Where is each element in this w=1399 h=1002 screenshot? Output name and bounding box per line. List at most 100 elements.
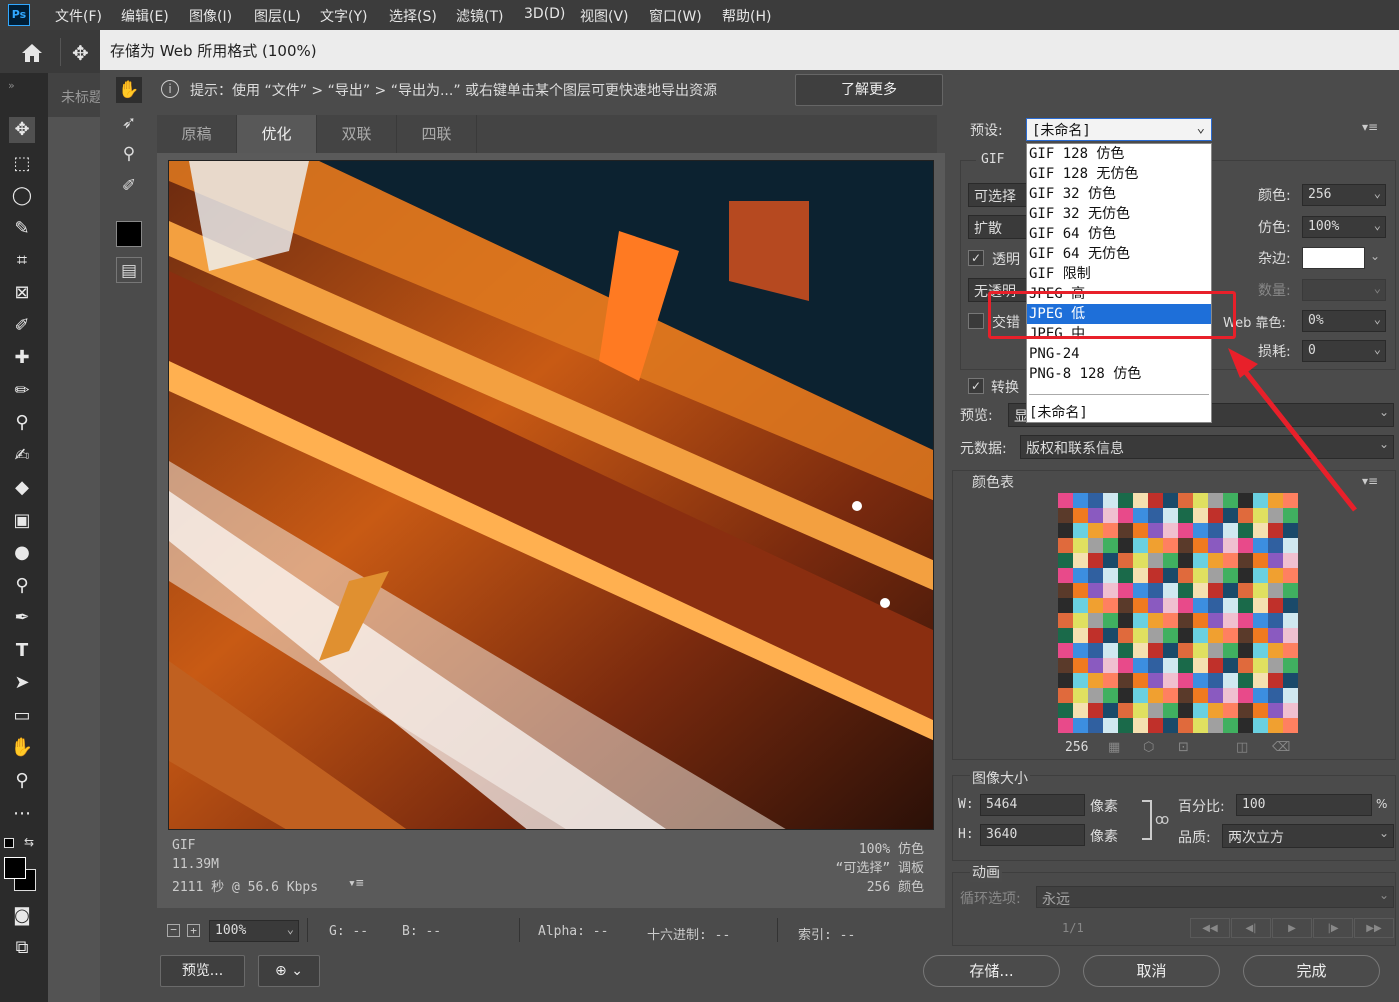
color-swatch[interactable] <box>1193 508 1208 523</box>
interlaced-checkbox[interactable] <box>968 313 984 329</box>
color-swatch[interactable] <box>1163 658 1178 673</box>
color-swatch[interactable] <box>1253 718 1268 733</box>
color-swatch[interactable] <box>1283 598 1298 613</box>
color-swatch[interactable] <box>1283 613 1298 628</box>
color-swatch[interactable] <box>1178 718 1193 733</box>
screen-mode-icon[interactable]: ⧉ <box>9 935 35 961</box>
color-swatch[interactable] <box>1118 718 1133 733</box>
browser-preview-button[interactable]: ⊕ ⌄ <box>258 955 320 987</box>
color-swatch[interactable] <box>1118 523 1133 538</box>
stamp-tool-icon[interactable]: ⚲ <box>9 410 35 436</box>
color-swatch[interactable] <box>1103 718 1118 733</box>
color-swatch[interactable] <box>1268 568 1283 583</box>
healing-brush-icon[interactable]: ✚ <box>9 345 35 371</box>
move-tool-icon[interactable]: ✥ <box>72 42 96 64</box>
color-swatch[interactable] <box>1073 583 1088 598</box>
color-swatch[interactable] <box>1058 718 1073 733</box>
color-swatch[interactable] <box>1073 673 1088 688</box>
color-swatch[interactable] <box>1163 718 1178 733</box>
color-swatch[interactable] <box>1103 508 1118 523</box>
color-swatch[interactable] <box>1223 628 1238 643</box>
color-swatch[interactable] <box>1148 553 1163 568</box>
color-swatch[interactable] <box>1058 628 1073 643</box>
color-swatch[interactable] <box>1193 583 1208 598</box>
color-swatch[interactable] <box>1073 508 1088 523</box>
tab-optimized[interactable]: 优化 <box>237 115 317 153</box>
color-swatch[interactable] <box>1223 703 1238 718</box>
color-swatch[interactable] <box>1238 628 1253 643</box>
color-swatch[interactable] <box>1073 523 1088 538</box>
color-swatch[interactable] <box>1148 508 1163 523</box>
tab-original[interactable]: 原稿 <box>157 115 237 153</box>
lasso-tool-icon[interactable]: ◯ <box>9 183 35 209</box>
color-swatch[interactable] <box>1178 553 1193 568</box>
color-swatch[interactable] <box>1193 553 1208 568</box>
color-swatch[interactable] <box>1118 613 1133 628</box>
color-swatch[interactable] <box>1238 658 1253 673</box>
color-swatch[interactable] <box>1163 583 1178 598</box>
color-swatch[interactable] <box>1223 643 1238 658</box>
color-swatch[interactable] <box>1253 568 1268 583</box>
collapse-icon[interactable]: » <box>8 79 15 92</box>
color-swatch[interactable] <box>1193 598 1208 613</box>
width-field[interactable]: 5464 <box>980 794 1085 816</box>
color-swatch[interactable] <box>1088 643 1103 658</box>
colors-select[interactable]: 256 ⌄ <box>1302 184 1386 206</box>
color-swatch[interactable] <box>1208 718 1223 733</box>
menu-help[interactable]: 帮助(H) <box>722 6 771 26</box>
color-swatch[interactable] <box>1208 568 1223 583</box>
color-swatch[interactable] <box>1178 583 1193 598</box>
transparency-checkbox[interactable]: ✓ <box>968 250 984 266</box>
color-swatch[interactable] <box>1073 568 1088 583</box>
color-swatch[interactable] <box>1088 598 1103 613</box>
color-swatch[interactable] <box>1253 688 1268 703</box>
color-swatch[interactable] <box>1163 703 1178 718</box>
panel-menu-icon[interactable]: ▾≡ <box>1362 120 1378 134</box>
color-swatch[interactable] <box>1208 523 1223 538</box>
color-swatch[interactable] <box>1118 553 1133 568</box>
color-swatch[interactable] <box>1133 538 1148 553</box>
color-swatch[interactable] <box>1268 658 1283 673</box>
color-swatch[interactable] <box>1118 673 1133 688</box>
color-swatch[interactable] <box>1178 673 1193 688</box>
lock-icon[interactable]: ⊡ <box>1178 740 1189 755</box>
color-swatch[interactable] <box>1118 598 1133 613</box>
color-swatch[interactable] <box>1208 538 1223 553</box>
color-swatch[interactable] <box>1088 658 1103 673</box>
color-swatch[interactable] <box>1073 493 1088 508</box>
color-swatch[interactable] <box>1283 568 1298 583</box>
color-swatch[interactable] <box>1253 583 1268 598</box>
slice-select-icon[interactable]: ➶ <box>116 110 142 136</box>
color-swatch[interactable] <box>1148 493 1163 508</box>
color-swatch[interactable] <box>1178 598 1193 613</box>
color-swatch[interactable] <box>1193 613 1208 628</box>
color-swatch[interactable] <box>1163 538 1178 553</box>
last-frame-icon[interactable]: ▶▶ <box>1354 918 1394 938</box>
color-swatch[interactable] <box>1253 523 1268 538</box>
color-swatch[interactable] <box>1133 643 1148 658</box>
color-swatch[interactable] <box>1283 673 1298 688</box>
color-swatch[interactable] <box>1253 643 1268 658</box>
color-swatch[interactable] <box>1163 553 1178 568</box>
new-color-icon[interactable]: ◫ <box>1236 740 1248 755</box>
color-swatch[interactable] <box>1133 493 1148 508</box>
eyedropper-icon[interactable]: ✐ <box>116 173 142 199</box>
color-swatch[interactable] <box>1223 523 1238 538</box>
color-swatch[interactable] <box>1238 703 1253 718</box>
color-swatch[interactable] <box>1193 523 1208 538</box>
color-swatch[interactable] <box>1103 673 1118 688</box>
color-swatch[interactable] <box>1058 658 1073 673</box>
color-swatch[interactable] <box>1148 643 1163 658</box>
menu-3d[interactable]: 3D(D) <box>524 6 565 22</box>
color-swatch[interactable] <box>1088 553 1103 568</box>
color-swatch[interactable] <box>1058 583 1073 598</box>
color-swatch[interactable] <box>1283 583 1298 598</box>
color-swatch[interactable] <box>1178 613 1193 628</box>
map-to-transparent-icon[interactable]: ▦ <box>1108 740 1120 755</box>
preset-option[interactable]: GIF 128 仿色 <box>1027 144 1211 164</box>
color-swatch[interactable] <box>1163 508 1178 523</box>
color-swatch[interactable] <box>1178 688 1193 703</box>
color-swatch[interactable] <box>1088 583 1103 598</box>
color-swatch[interactable] <box>1088 508 1103 523</box>
preset-option[interactable]: GIF 32 无仿色 <box>1027 204 1211 224</box>
